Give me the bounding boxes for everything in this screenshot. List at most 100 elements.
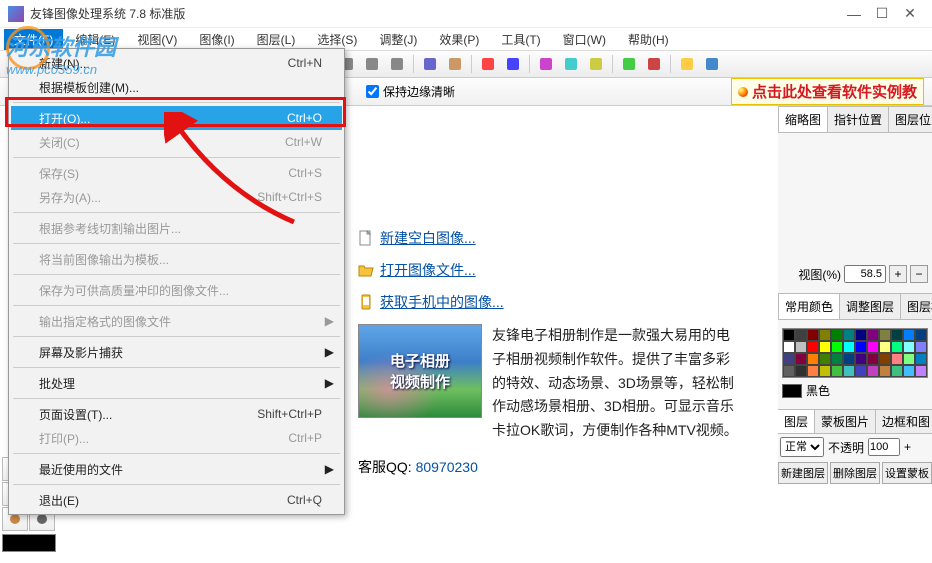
- line-button[interactable]: [386, 53, 408, 75]
- thumbnail-tab[interactable]: 指针位置: [827, 106, 889, 132]
- menu-item[interactable]: 屏幕及影片捕获▶: [11, 340, 342, 364]
- color-swatch[interactable]: [783, 353, 795, 365]
- menu-item[interactable]: 退出(E)Ctrl+Q: [11, 488, 342, 512]
- play-button[interactable]: [618, 53, 640, 75]
- foreground-swatch[interactable]: [2, 534, 56, 552]
- color-swatch[interactable]: [879, 353, 891, 365]
- menu-item[interactable]: 根据模板创建(M)...: [11, 75, 342, 99]
- color-swatch[interactable]: [855, 329, 867, 341]
- keep-edges-check[interactable]: [366, 85, 379, 98]
- menu-item[interactable]: 视图(V): [127, 29, 187, 50]
- zoom-input[interactable]: [844, 265, 886, 283]
- color-swatch[interactable]: [807, 329, 819, 341]
- color-swatch[interactable]: [891, 329, 903, 341]
- menu-item[interactable]: 文件(F): [4, 29, 63, 50]
- color-swatch[interactable]: [843, 329, 855, 341]
- minimize-button[interactable]: —: [840, 4, 868, 24]
- blend-mode-select[interactable]: 正常: [780, 437, 824, 457]
- color-swatch[interactable]: [807, 341, 819, 353]
- menu-item[interactable]: 工具(T): [491, 29, 550, 50]
- color-swatch[interactable]: [915, 341, 927, 353]
- layer-action-button[interactable]: 设置蒙板: [882, 462, 932, 484]
- color-swatch[interactable]: [879, 365, 891, 377]
- color-swatch[interactable]: [819, 353, 831, 365]
- color-swatch[interactable]: [807, 353, 819, 365]
- color-swatch[interactable]: [807, 365, 819, 377]
- color-swatch[interactable]: [891, 353, 903, 365]
- color-swatch[interactable]: [903, 353, 915, 365]
- color-swatch[interactable]: [795, 341, 807, 353]
- menu-item[interactable]: 帮助(H): [618, 29, 679, 50]
- zoom-plus[interactable]: +: [889, 265, 907, 283]
- qq-number[interactable]: 80970230: [416, 459, 478, 475]
- color-swatch[interactable]: [855, 353, 867, 365]
- menu-item[interactable]: 最近使用的文件▶: [11, 457, 342, 481]
- maximize-button[interactable]: ☐: [868, 4, 896, 24]
- hand-button[interactable]: [444, 53, 466, 75]
- new-blank-image-link[interactable]: 新建空白图像...: [358, 228, 738, 248]
- color-tab[interactable]: 调整图层: [839, 293, 901, 319]
- layer-action-button[interactable]: 新建图层: [778, 462, 828, 484]
- color-swatch[interactable]: [843, 365, 855, 377]
- fx1-button[interactable]: [535, 53, 557, 75]
- help-button[interactable]: [701, 53, 723, 75]
- color-swatch[interactable]: [831, 353, 843, 365]
- circle-button[interactable]: [361, 53, 383, 75]
- fx3-button[interactable]: [585, 53, 607, 75]
- thumbnail-tab[interactable]: 缩略图: [778, 106, 828, 132]
- color-swatch[interactable]: [915, 353, 927, 365]
- color-tab[interactable]: 常用颜色: [778, 293, 840, 319]
- color-swatch[interactable]: [915, 329, 927, 341]
- color-swatch[interactable]: [903, 341, 915, 353]
- color-swatch[interactable]: [843, 341, 855, 353]
- color-swatch[interactable]: [831, 341, 843, 353]
- menu-item[interactable]: 效果(P): [429, 29, 489, 50]
- menu-item[interactable]: 批处理▶: [11, 371, 342, 395]
- color-swatch[interactable]: [795, 365, 807, 377]
- color-swatch[interactable]: [855, 365, 867, 377]
- color-swatch[interactable]: [903, 329, 915, 341]
- keep-edges-checkbox[interactable]: 保持边缘清晰: [366, 83, 455, 100]
- thumbnail-tab[interactable]: 图层位置: [888, 106, 932, 132]
- color-swatches[interactable]: [782, 328, 928, 378]
- menu-item[interactable]: 选择(S): [307, 29, 367, 50]
- color-swatch[interactable]: [843, 353, 855, 365]
- fx2-button[interactable]: [560, 53, 582, 75]
- color2-button[interactable]: [502, 53, 524, 75]
- color-swatch[interactable]: [819, 365, 831, 377]
- menu-item[interactable]: 图层(L): [247, 29, 306, 50]
- menu-item[interactable]: 调整(J): [369, 29, 427, 50]
- menu-item[interactable]: 窗口(W): [553, 29, 616, 50]
- color-swatch[interactable]: [819, 329, 831, 341]
- color-swatch[interactable]: [795, 353, 807, 365]
- close-button[interactable]: ✕: [896, 4, 924, 24]
- color-swatch[interactable]: [867, 341, 879, 353]
- color-swatch[interactable]: [915, 365, 927, 377]
- layer-tab[interactable]: 图层: [778, 410, 815, 433]
- color-swatch[interactable]: [783, 341, 795, 353]
- color-swatch[interactable]: [855, 341, 867, 353]
- color-swatch[interactable]: [891, 341, 903, 353]
- opacity-plus[interactable]: +: [904, 440, 911, 454]
- menu-item[interactable]: 打开(O)...Ctrl+O: [11, 106, 342, 130]
- color-swatch[interactable]: [867, 329, 879, 341]
- color-swatch[interactable]: [891, 365, 903, 377]
- tutorial-banner[interactable]: 点击此处查看软件实例教: [731, 78, 924, 105]
- menu-item[interactable]: 图像(I): [189, 29, 244, 50]
- color-swatch[interactable]: [783, 365, 795, 377]
- menu-item[interactable]: 新建(N)...Ctrl+N: [11, 51, 342, 75]
- color-swatch[interactable]: [879, 341, 891, 353]
- color-swatch[interactable]: [867, 365, 879, 377]
- color-swatch[interactable]: [783, 329, 795, 341]
- color1-button[interactable]: [477, 53, 499, 75]
- current-color-swatch[interactable]: [782, 384, 802, 398]
- color-swatch[interactable]: [903, 365, 915, 377]
- phone-button[interactable]: [676, 53, 698, 75]
- zoom-button[interactable]: [419, 53, 441, 75]
- get-phone-image-link[interactable]: 获取手机中的图像...: [358, 292, 738, 312]
- zoom-minus[interactable]: −: [910, 265, 928, 283]
- color-tab[interactable]: 图层样: [900, 293, 932, 319]
- menu-item[interactable]: 编辑(E): [65, 29, 125, 50]
- layer-action-button[interactable]: 删除图层: [830, 462, 880, 484]
- album-thumbnail[interactable]: 电子相册 视频制作: [358, 324, 482, 418]
